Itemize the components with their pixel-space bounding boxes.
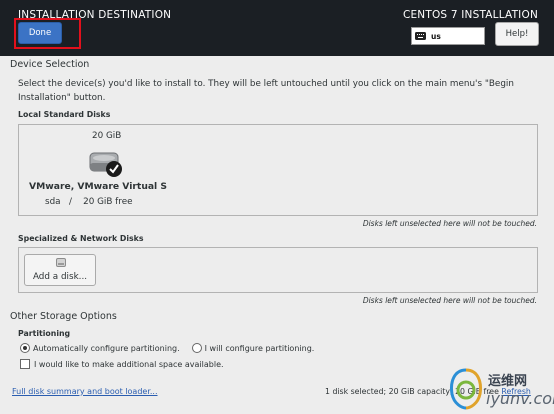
watermark-logo-icon: [450, 368, 482, 410]
partitioning-options: Automatically configure partitioning. I …: [20, 343, 314, 353]
network-disks-note: Disks left unselected here will not be t…: [362, 296, 537, 305]
keyboard-icon: [415, 32, 426, 40]
disk-summary-link[interactable]: Full disk summary and boot loader...: [12, 387, 158, 396]
main-content: Device Selection Select the device(s) yo…: [7, 56, 547, 414]
add-disk-button[interactable]: Add a disk...: [24, 254, 96, 286]
disk-tile-sda[interactable]: 20 GiB VMware, VMware Virtual S sda / 20…: [19, 125, 179, 215]
disk-name: VMware, VMware Virtual S: [29, 181, 168, 192]
watermark-en-text: iyunv.com: [486, 389, 554, 408]
done-highlight-box: [14, 18, 81, 49]
other-storage-title: Other Storage Options: [10, 311, 117, 322]
watermark-cn-text: 运维网: [488, 374, 528, 389]
site-watermark: 运维网 iyunv.com: [448, 366, 554, 414]
local-disks-note: Disks left unselected here will not be t…: [362, 219, 537, 228]
partitioning-title: Partitioning: [18, 329, 71, 338]
manual-partition-label[interactable]: I will configure partitioning.: [205, 344, 315, 353]
device-selection-title: Device Selection: [10, 59, 90, 70]
manual-partition-radio[interactable]: [191, 343, 202, 353]
local-disks-title: Local Standard Disks: [18, 110, 111, 119]
auto-partition-radio[interactable]: [20, 343, 30, 353]
help-button[interactable]: Help!: [495, 22, 539, 46]
header-bar: INSTALLATION DESTINATION CENTOS 7 INSTAL…: [0, 0, 554, 56]
keyboard-layout-label: us: [431, 31, 441, 41]
extra-space-checkbox[interactable]: [20, 359, 30, 369]
network-disks-title: Specialized & Network Disks: [18, 234, 144, 243]
device-selection-description: Select the device(s) you'd like to insta…: [18, 79, 514, 103]
hard-disk-icon: [89, 152, 122, 177]
local-disks-panel: 20 GiB VMware, VMware Virtual S sda / 20…: [18, 124, 538, 216]
add-disk-label: Add a disk...: [32, 272, 88, 282]
network-disks-panel: Add a disk...: [18, 247, 538, 293]
keyboard-layout-indicator[interactable]: us: [411, 27, 485, 45]
extra-space-option: I would like to make additional space av…: [20, 359, 224, 369]
disk-size-label: 20 GiB: [92, 131, 122, 141]
add-disk-icon: [56, 258, 66, 267]
auto-partition-label[interactable]: Automatically configure partitioning.: [33, 344, 180, 353]
extra-space-label[interactable]: I would like to make additional space av…: [34, 360, 224, 369]
product-title: CENTOS 7 INSTALLATION: [402, 9, 538, 21]
disk-info: sda / 20 GiB free: [45, 197, 133, 207]
